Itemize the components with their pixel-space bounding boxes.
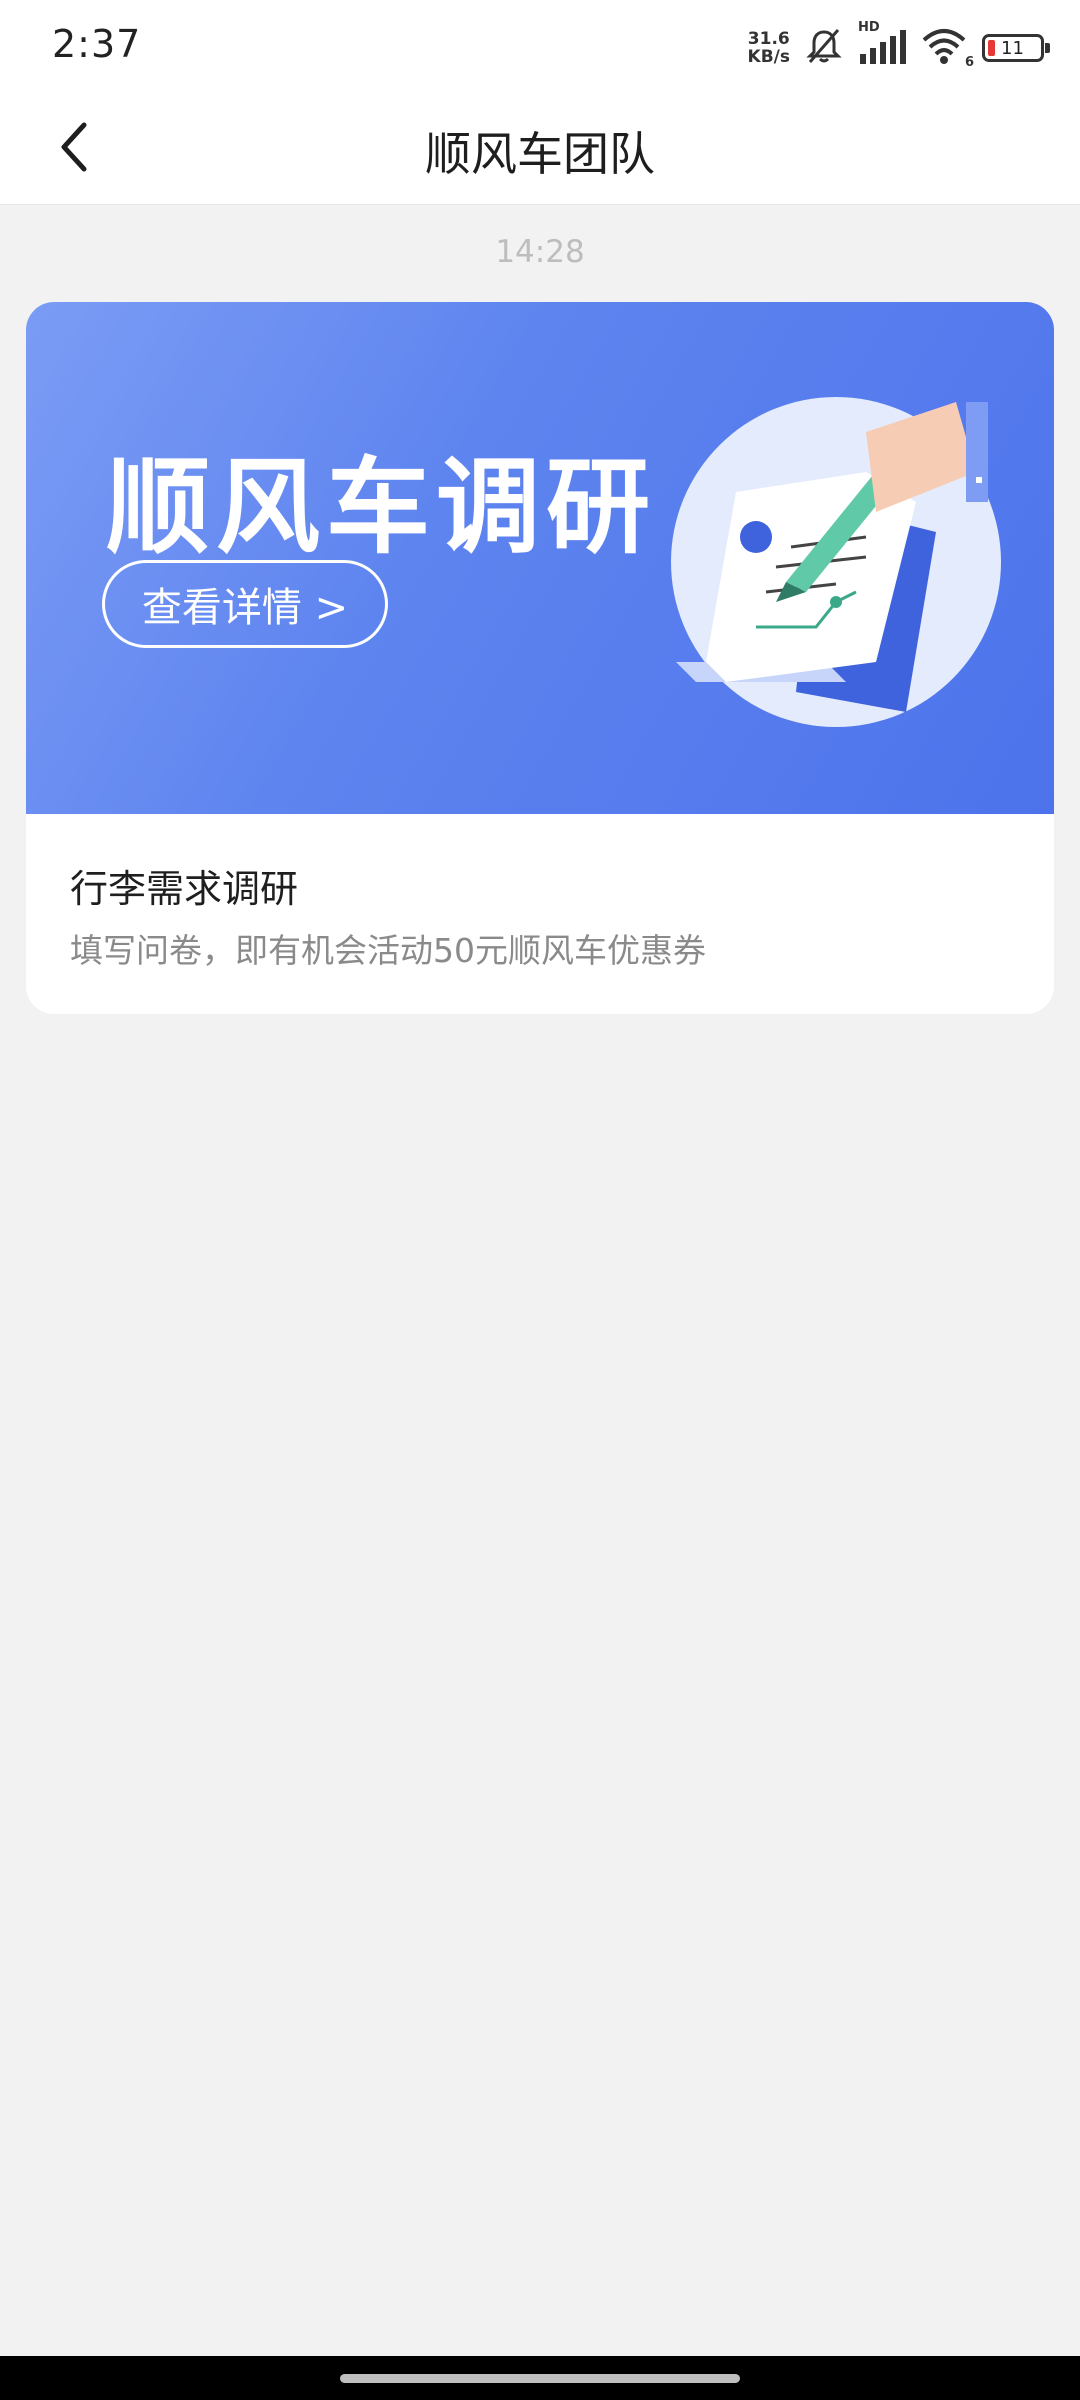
card-title: 行李需求调研 — [70, 867, 299, 911]
card-body[interactable]: 行李需求调研 填写问卷，即有机会活动50元顺风车优惠券 — [26, 814, 1054, 1014]
battery-percent: 11 — [1001, 37, 1024, 59]
page-title: 顺风车团队 — [425, 127, 655, 181]
card-description: 填写问卷，即有机会活动50元顺风车优惠券 — [70, 931, 706, 970]
nav-bar: 顺风车团队 — [0, 92, 1080, 205]
network-speed-value: 31.6 — [747, 29, 790, 49]
battery-level — [988, 40, 995, 56]
home-indicator[interactable] — [340, 2374, 740, 2383]
survey-banner[interactable]: 顺风车调研 查看详情 > — [26, 302, 1054, 814]
status-bar: 2:37 31.6 KB/s HD 6 11 — [0, 0, 1080, 92]
mute-bell-icon — [804, 26, 844, 70]
status-time: 2:37 — [52, 22, 142, 66]
status-icons: 31.6 KB/s HD 6 11 — [748, 20, 1050, 72]
battery-icon: 11 — [982, 34, 1050, 62]
wifi-version-label: 6 — [964, 55, 974, 70]
survey-message-card[interactable]: 顺风车调研 查看详情 > 行李需求调研 填写问卷，即有机会活动50元顺风车优惠券 — [26, 302, 1054, 1014]
system-navigation-bar — [0, 2356, 1080, 2400]
network-speed-unit: KB/s — [747, 47, 790, 67]
message-timestamp: 14:28 — [495, 234, 585, 270]
cellular-signal-icon: HD — [858, 20, 906, 70]
network-speed: 31.6 KB/s — [748, 30, 790, 66]
signal-hd-label: HD — [858, 20, 880, 35]
banner-title: 顺风车调研 — [106, 446, 657, 568]
view-details-button[interactable]: 查看详情 > — [102, 560, 388, 648]
wifi-icon: 6 — [920, 26, 974, 70]
battery-cap — [1045, 43, 1050, 53]
survey-illustration — [671, 397, 1001, 727]
